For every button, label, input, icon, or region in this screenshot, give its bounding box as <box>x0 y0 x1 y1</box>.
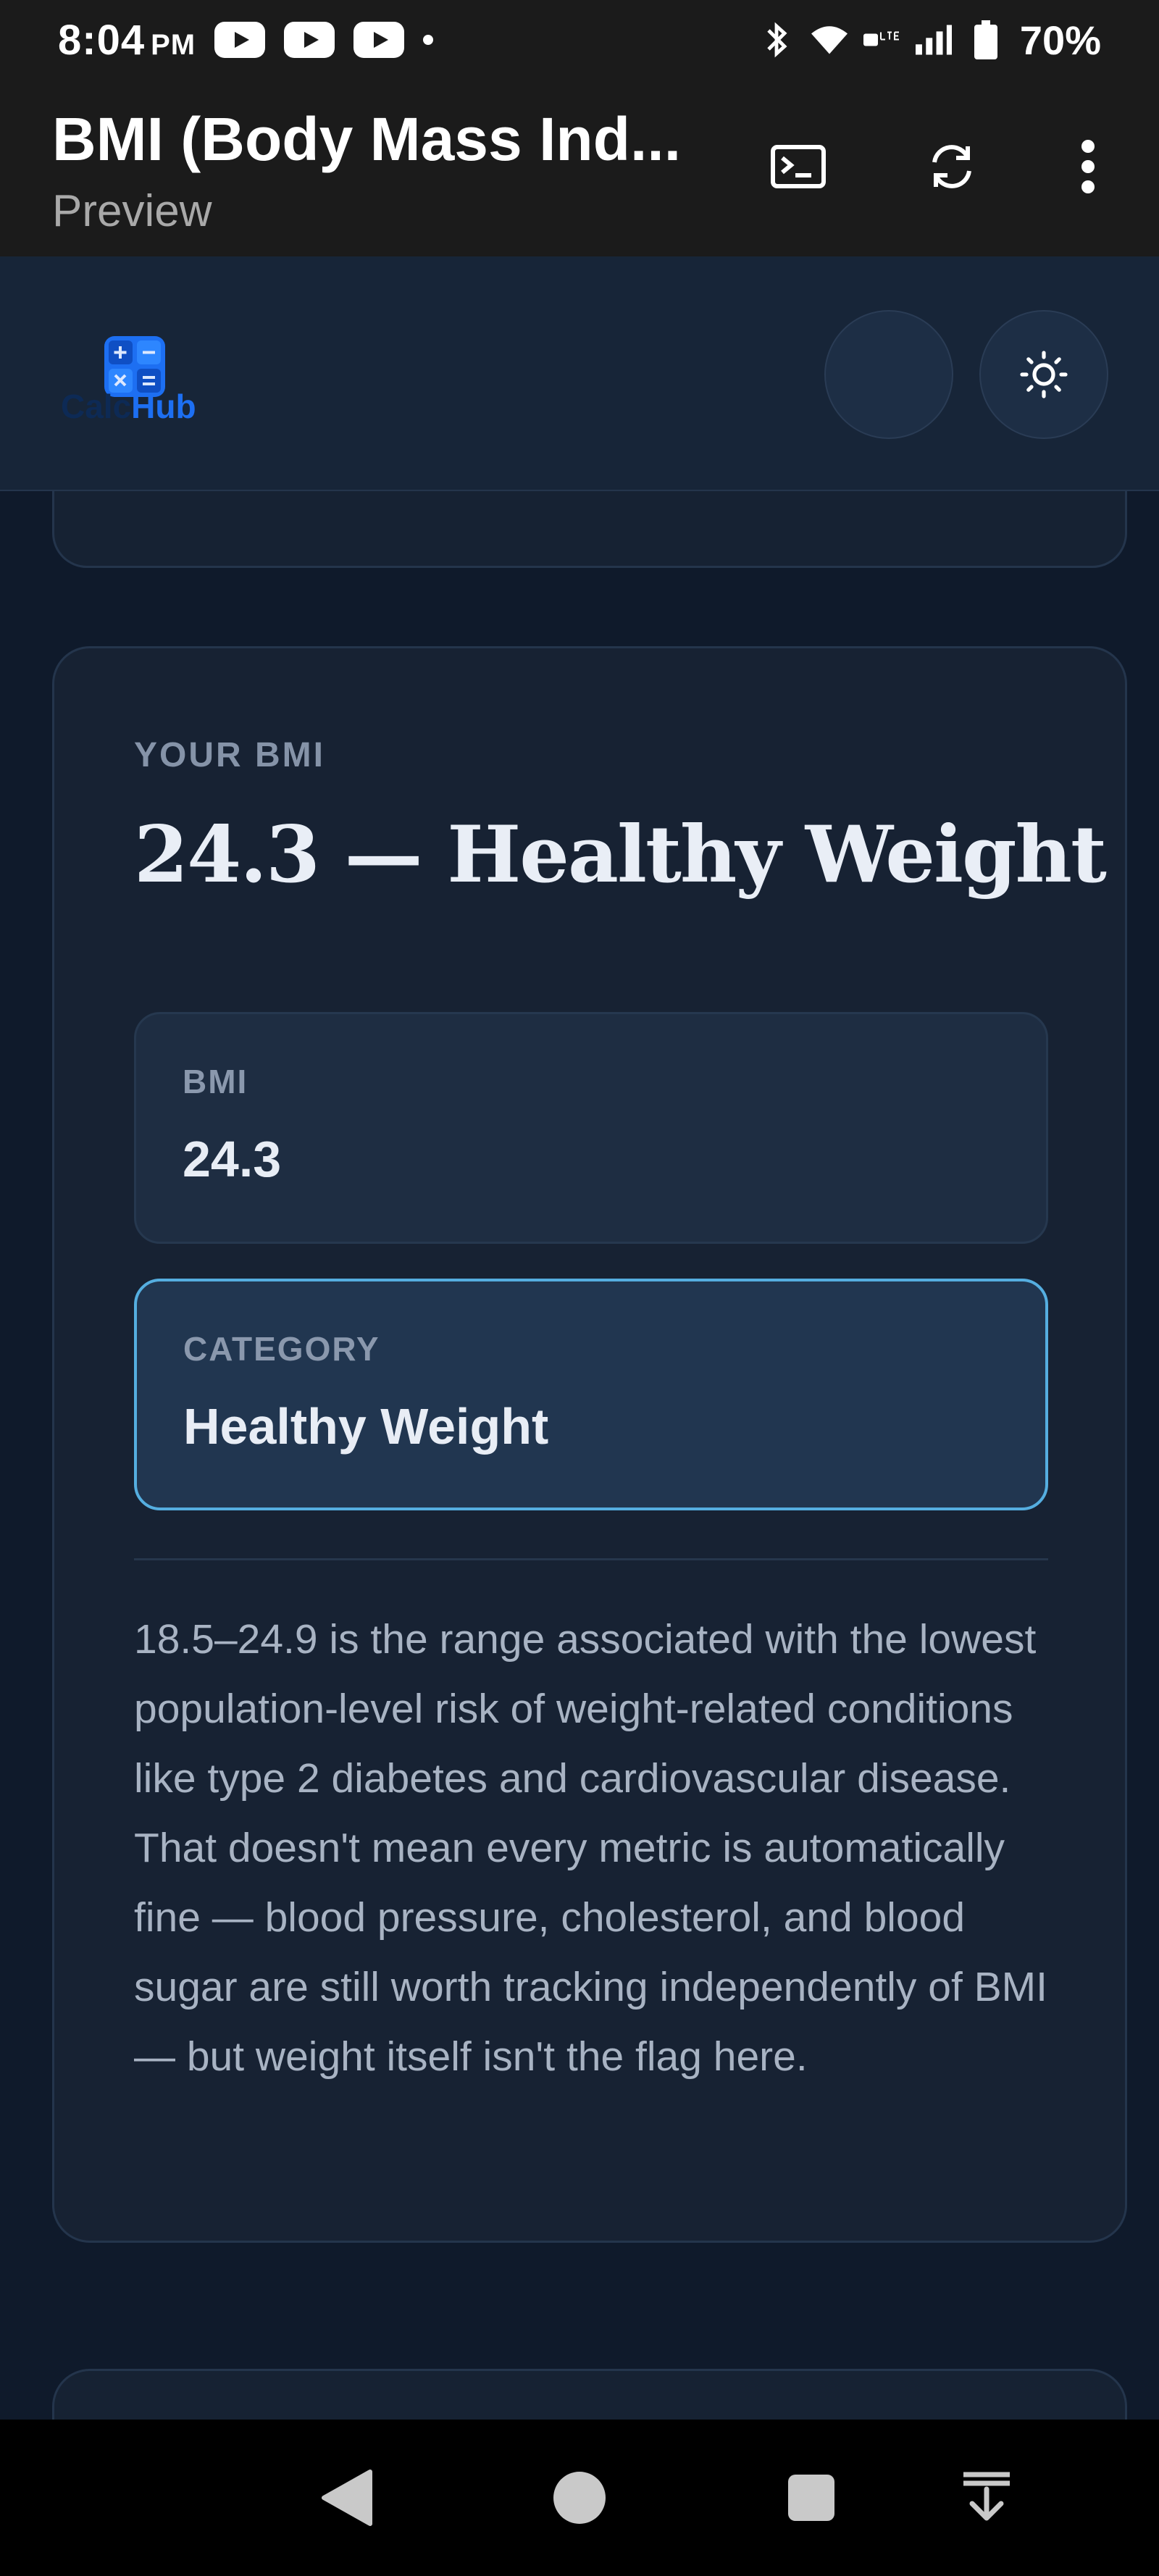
more-vert-icon[interactable] <box>1052 130 1124 203</box>
site-logo[interactable]: CalcHub <box>61 336 213 430</box>
battery-percentage: 70% <box>1019 17 1101 63</box>
youtube-icon <box>284 22 335 58</box>
status-time-value: 8:04 <box>58 16 146 64</box>
system-nav-bar <box>0 2420 1159 2576</box>
result-divider <box>134 1558 1048 1560</box>
bmi-result-card: YOUR BMI 24.3 — Healthy Weight BMI 24.3 … <box>52 646 1127 2243</box>
page-subtitle: Preview <box>52 186 212 236</box>
status-right: 70% <box>759 17 1101 64</box>
category-stat-label: CATEGORY <box>183 1330 380 1368</box>
previous-card <box>52 491 1127 568</box>
header-action-button[interactable] <box>824 310 953 439</box>
category-stat-box: CATEGORY Healthy Weight <box>134 1279 1048 1510</box>
youtube-icon <box>214 22 266 58</box>
app-bar: BMI (Body Mass Ind... Preview <box>0 80 1159 256</box>
status-bar: 8:04 PM 70% <box>0 0 1159 80</box>
wifi-icon <box>811 22 848 58</box>
logo-wordmark: CalcHub <box>61 387 196 426</box>
bmi-stat-value: 24.3 <box>183 1131 282 1187</box>
back-icon[interactable] <box>310 2462 382 2534</box>
status-ampm: PM <box>151 28 196 61</box>
terminal-icon[interactable] <box>762 130 834 203</box>
recents-icon[interactable] <box>775 2462 848 2534</box>
page-title: BMI (Body Mass Ind... <box>52 105 682 173</box>
result-headline: 24.3 — Healthy Weight <box>134 809 1107 900</box>
theme-toggle-button[interactable] <box>979 310 1108 439</box>
logo-text-hub: Hub <box>131 388 196 425</box>
bmi-stat-label: BMI <box>183 1063 248 1100</box>
youtube-icon <box>353 22 405 58</box>
hd-lte-icon <box>863 22 900 58</box>
home-icon[interactable] <box>543 2462 616 2534</box>
battery-icon <box>968 20 1004 59</box>
status-left: 8:04 PM <box>58 16 434 64</box>
signal-icon <box>915 22 952 58</box>
refresh-icon[interactable] <box>916 130 988 203</box>
bmi-stat-box: BMI 24.3 <box>134 1012 1048 1244</box>
category-stat-value: Healthy Weight <box>183 1398 549 1455</box>
sun-icon <box>1020 351 1068 398</box>
status-time: 8:04 PM <box>58 16 196 64</box>
result-description: 18.5–24.9 is the range associated with t… <box>134 1616 1047 2080</box>
logo-text-calc: Calc <box>61 388 132 425</box>
bluetooth-icon <box>759 22 795 58</box>
download-icon[interactable] <box>950 2462 1023 2534</box>
notification-dot-icon <box>423 35 434 45</box>
site-header: CalcHub <box>0 256 1159 491</box>
result-eyebrow: YOUR BMI <box>134 736 325 774</box>
